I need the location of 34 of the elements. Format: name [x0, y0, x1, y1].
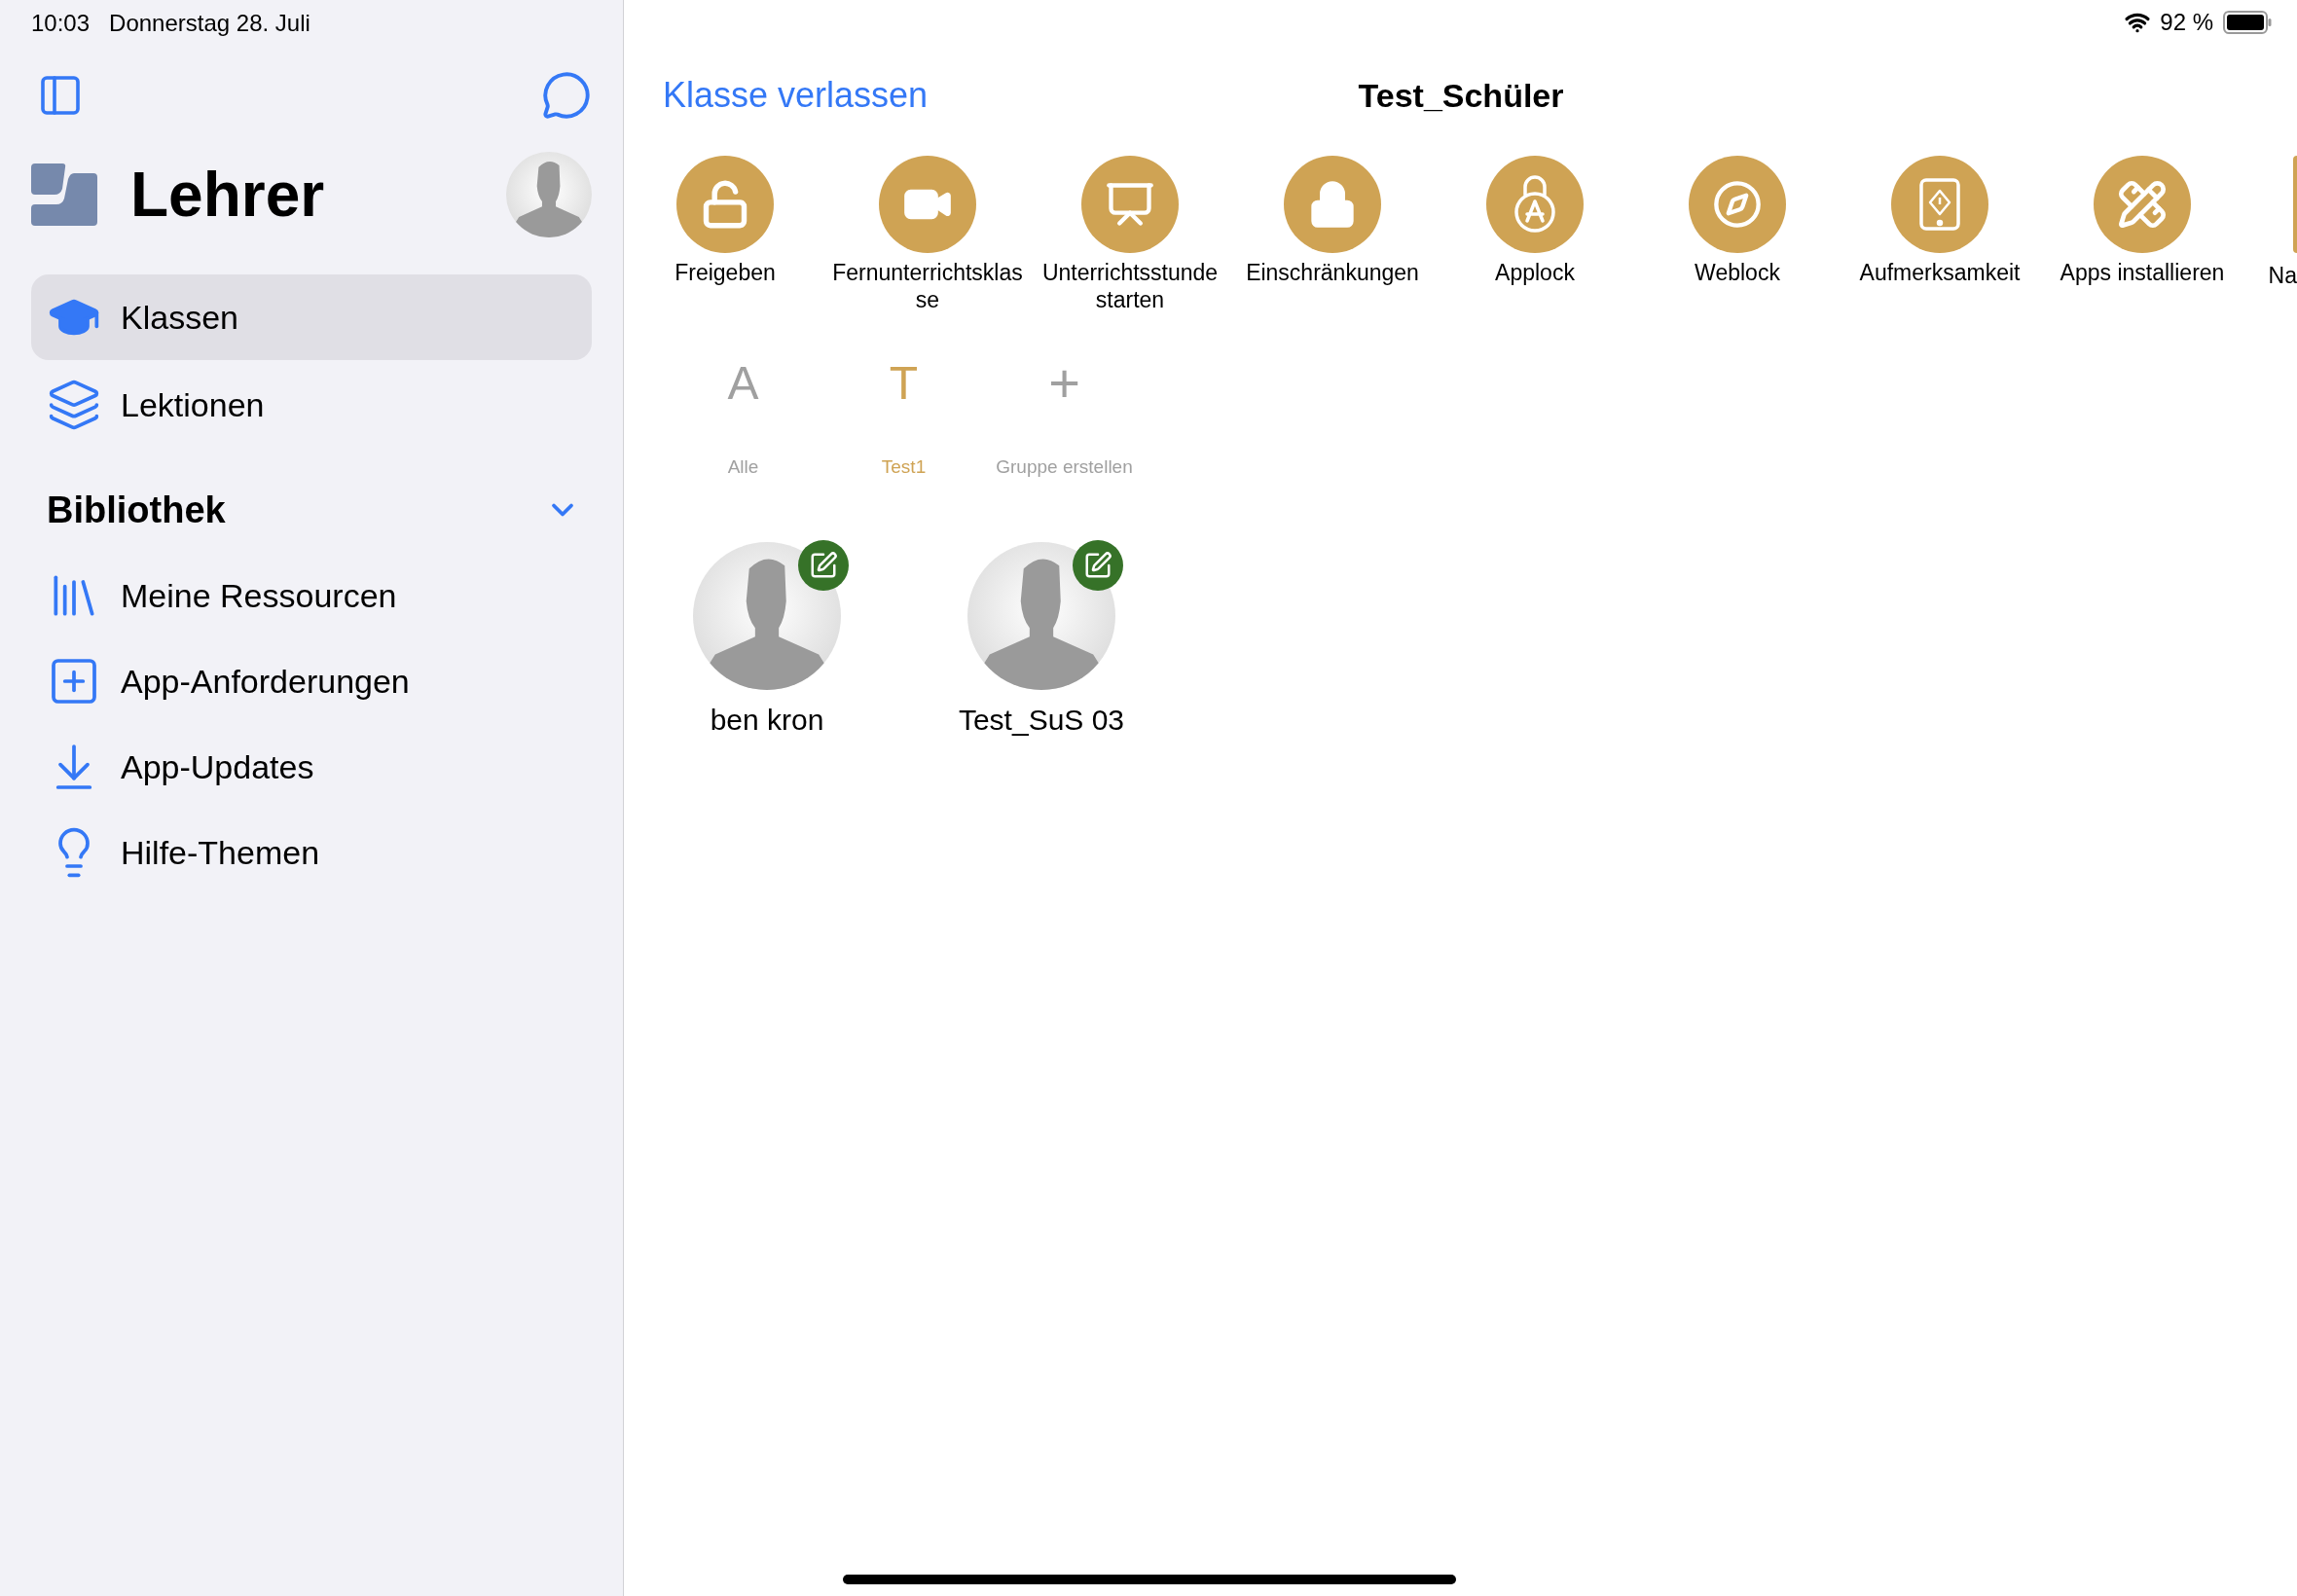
- action-label: Fernunterrichtsklasse: [832, 259, 1023, 313]
- action-label: Weblock: [1694, 259, 1781, 286]
- sidebar-item[interactable]: Meine Ressourcen: [31, 553, 592, 638]
- pencil-ruler-icon: [2117, 179, 2168, 230]
- battery-icon: [2223, 11, 2272, 34]
- action-button[interactable]: [2293, 156, 2297, 253]
- sidebar-item[interactable]: Lektionen: [31, 362, 592, 448]
- status-date: Donnerstag 28. Juli: [109, 9, 310, 38]
- sidebar-item[interactable]: Hilfe-Themen: [31, 810, 592, 895]
- action-label: Apps installieren: [2059, 259, 2226, 286]
- section-heading: Bibliothek: [47, 488, 226, 532]
- tablet-alert-icon: [1918, 177, 1961, 232]
- stacked-layers-icon: [47, 378, 101, 432]
- action-label: Unterrichtsstunde starten: [1040, 259, 1220, 313]
- class-title: Test_Schüler: [1358, 75, 1564, 116]
- tablet-pen-badge-icon: [1073, 539, 1123, 591]
- sidebar-item[interactable]: App-Updates: [31, 724, 592, 810]
- action-label: Einschränkungen: [1245, 259, 1420, 286]
- action-label: Applock: [1494, 259, 1576, 286]
- student-name: ben kron: [710, 702, 824, 738]
- sidebar-title: Lehrer: [130, 163, 325, 226]
- action-label: Aufmerksamkeit: [1858, 259, 2022, 286]
- action-label: Na: [2268, 262, 2297, 290]
- battery-percentage: 92 %: [2160, 8, 2213, 37]
- compass-icon: [1712, 179, 1763, 230]
- action-label: Freigeben: [674, 259, 777, 286]
- leave-class-link[interactable]: Klasse verlassen: [663, 69, 929, 122]
- status-time: 10:03: [31, 9, 91, 38]
- sidebar-item[interactable]: Klassen: [31, 274, 592, 360]
- student-name: Test_SuS 03: [958, 702, 1125, 738]
- message-bubble-icon[interactable]: [541, 70, 592, 121]
- sidebar-item[interactable]: App-Anforderungen: [31, 638, 592, 724]
- tablet-pen-badge-icon: [798, 539, 849, 591]
- app-logo-icon: [31, 163, 97, 226]
